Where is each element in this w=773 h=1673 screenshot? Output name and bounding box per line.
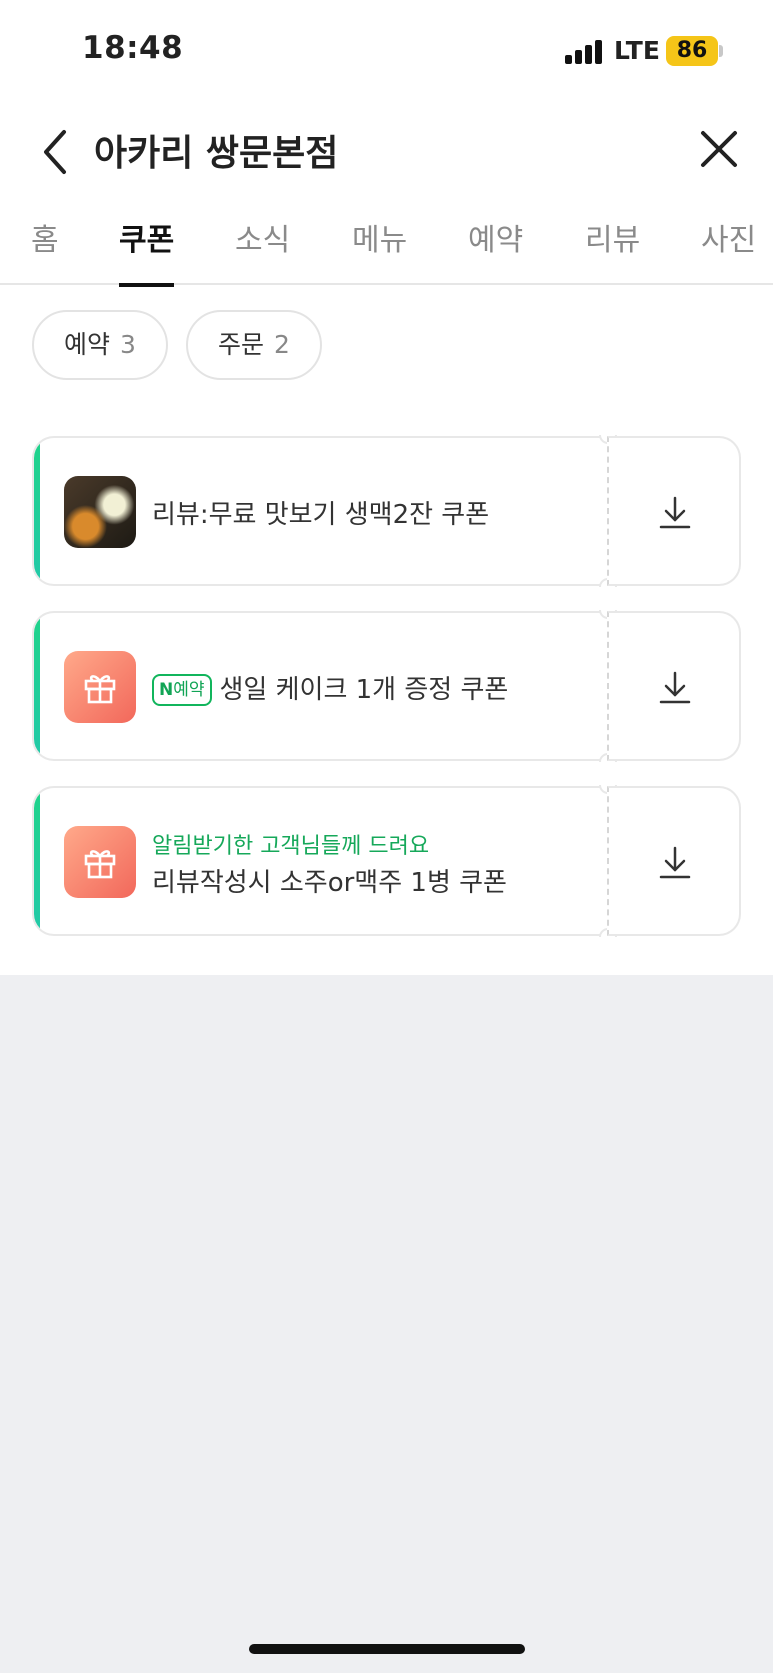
tab-menu[interactable]: 메뉴	[352, 215, 407, 285]
home-indicator[interactable]	[249, 1644, 525, 1654]
filter-chip-reservation[interactable]: 예약 3	[32, 310, 168, 380]
download-coupon-button[interactable]	[607, 436, 741, 586]
page-title: 아카리 쌍문본점	[94, 133, 339, 174]
chip-count: 3	[120, 330, 136, 359]
signal-icon	[565, 40, 603, 64]
status-bar: 18:48 LTE 86	[0, 0, 773, 100]
download-icon	[655, 843, 695, 883]
battery-icon: 86	[666, 36, 718, 66]
gift-icon	[64, 651, 136, 723]
tab-news[interactable]: 소식	[235, 215, 290, 285]
filter-chip-order[interactable]: 주문 2	[186, 310, 322, 380]
coupon-photo	[64, 476, 136, 548]
coupon-title: 리뷰작성시 소주or맥주 1병 쿠폰	[152, 868, 507, 898]
tab-coupon[interactable]: 쿠폰	[119, 215, 175, 287]
download-coupon-button[interactable]	[607, 786, 741, 936]
chip-label: 주문	[218, 330, 265, 359]
coupon-body: 리뷰:무료 맛보기 생맥2잔 쿠폰	[32, 436, 607, 586]
close-icon[interactable]	[694, 124, 744, 174]
coupon-title: 리뷰:무료 맛보기 생맥2잔 쿠폰	[152, 500, 490, 530]
download-coupon-button[interactable]	[607, 611, 741, 761]
battery-tip	[719, 45, 723, 57]
tab-bar: 홈 쿠폰 소식 메뉴 예약 리뷰 사진	[0, 205, 773, 287]
download-icon	[655, 668, 695, 708]
chip-label: 예약	[64, 330, 111, 359]
chip-count: 2	[274, 330, 290, 359]
header: 아카리 쌍문본점	[0, 110, 773, 190]
coupon-card: 알림받기한 고객님들께 드려요 리뷰작성시 소주or맥주 1병 쿠폰	[32, 785, 741, 937]
coupon-subtitle: 알림받기한 고객님들께 드려요	[152, 834, 430, 859]
tab-home[interactable]: 홈	[31, 215, 59, 285]
badge-text: 예약	[173, 680, 205, 700]
back-icon[interactable]	[36, 122, 76, 182]
tab-photo[interactable]: 사진	[701, 215, 756, 285]
gift-icon	[64, 826, 136, 898]
coupon-body: N예약 생일 케이크 1개 증정 쿠폰	[32, 611, 607, 761]
network-label: LTE	[614, 36, 660, 65]
coupon-card: 리뷰:무료 맛보기 생맥2잔 쿠폰	[32, 435, 741, 587]
coupon-card: N예약 생일 케이크 1개 증정 쿠폰	[32, 610, 741, 762]
status-time: 18:48	[82, 30, 184, 66]
coupon-title-row: N예약 생일 케이크 1개 증정 쿠폰	[152, 669, 508, 706]
badge-n: N	[159, 680, 174, 700]
coupon-title: 생일 케이크 1개 증정 쿠폰	[219, 675, 509, 705]
tab-reservation[interactable]: 예약	[468, 215, 523, 285]
coupon-body: 알림받기한 고객님들께 드려요 리뷰작성시 소주or맥주 1병 쿠폰	[32, 786, 607, 936]
download-icon	[655, 493, 695, 533]
naver-reservation-badge: N예약	[152, 674, 212, 706]
tab-review[interactable]: 리뷰	[585, 215, 640, 285]
